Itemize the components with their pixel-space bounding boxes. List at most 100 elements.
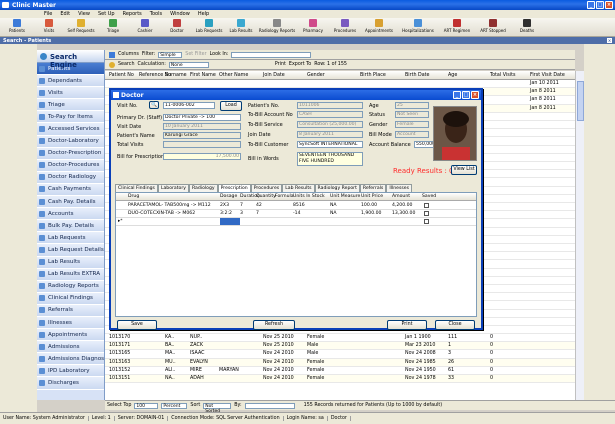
sidebar-item[interactable]: Lab Requests — [37, 232, 104, 245]
sidebar-item[interactable]: Doctor Radiology — [37, 171, 104, 184]
sidebar-item[interactable]: Dependants — [37, 75, 104, 88]
print-dialog-button[interactable]: Print — [387, 320, 427, 330]
visit-no-field[interactable]: 11-0006-002 — [163, 102, 215, 109]
sidebar-item[interactable]: Bulk Pay. Details — [37, 220, 104, 233]
menu-edit[interactable]: Edit — [56, 10, 74, 18]
grid-column-header[interactable]: Join Date — [263, 73, 285, 78]
tool-patients[interactable]: Patients — [1, 18, 33, 37]
sidebar-item[interactable]: Illnesses — [37, 316, 104, 330]
tool-self-requests[interactable]: Self Requests — [65, 18, 97, 37]
sidebar-item[interactable]: Cash Payments — [37, 183, 104, 197]
rx-cell[interactable]: NA — [330, 203, 337, 208]
table-row[interactable]: 1013152 ALI.. MIRE MARYAN Nov 24 2010 Female N… — [105, 367, 575, 375]
sidebar-item[interactable]: Clinical Findings — [37, 292, 104, 305]
saved-checkbox[interactable] — [424, 211, 429, 216]
dialog-maximize-icon[interactable]: □ — [462, 91, 470, 99]
rx-cell[interactable]: 8516 — [293, 203, 305, 208]
rx-cell[interactable]: 3:2:2 — [220, 211, 232, 216]
menu-setup[interactable]: Set Up — [94, 10, 119, 18]
tool-pharmacy[interactable]: Pharmacy — [297, 18, 329, 37]
grid-column-header[interactable]: Other Name — [219, 73, 248, 78]
tool-radiology-reports[interactable]: Radiology Reports — [257, 18, 297, 37]
tab-illnesses[interactable]: Illnesses — [386, 184, 412, 192]
close-button[interactable]: Close — [435, 320, 475, 330]
table-row[interactable]: 1013171 BA.. ZACK Nov 25 2010 Male Mar 23 201… — [105, 342, 575, 351]
sidebar-item[interactable]: Doctor-Laboratory — [37, 135, 104, 148]
table-row[interactable]: 1013151 NA.. ADAH Nov 24 2010 Female Nov 24 1… — [105, 375, 575, 384]
table-row[interactable]: 1013170 KA.. NUP.. Nov 25 2010 Female Jan 1 1… — [105, 334, 575, 343]
close-icon[interactable]: × — [605, 1, 613, 9]
rx-cell[interactable]: 42 — [256, 203, 262, 208]
tool-triage[interactable]: Triage — [97, 18, 129, 37]
select-top-input[interactable]: 100 — [134, 402, 159, 409]
rx-cell[interactable]: 2X3 — [220, 203, 229, 208]
export-button[interactable]: Export To — [289, 62, 311, 67]
rx-row[interactable]: PARACETAMOL- TAB500mg -> M112 2X3 7 42 8516 N… — [116, 202, 476, 210]
rx-cell[interactable]: 7 — [256, 211, 259, 216]
scroll-thumb[interactable] — [577, 81, 584, 121]
sidebar-item[interactable]: Discharges — [37, 377, 104, 390]
tool-procedures[interactable]: Procedures — [329, 18, 361, 37]
tool-lab-requests[interactable]: Lab Requests — [193, 18, 225, 37]
sidebar-item[interactable]: Doctor-Prescription — [37, 147, 104, 160]
sidebar-item[interactable]: Lab Results — [37, 256, 104, 269]
tab-procedures[interactable]: Procedures — [250, 184, 283, 192]
tab-referrals[interactable]: Referrals — [359, 184, 387, 192]
grid-column-header[interactable]: Gender — [307, 73, 325, 78]
menu-window[interactable]: Window — [166, 10, 194, 18]
saved-checkbox[interactable] — [424, 203, 429, 208]
refresh-button[interactable]: Refresh — [253, 320, 295, 330]
sidebar-item[interactable]: To-Pay for Items — [37, 111, 104, 124]
percent-select[interactable]: Percent — [161, 402, 188, 409]
minimize-icon[interactable]: _ — [587, 1, 595, 9]
menu-view[interactable]: View — [74, 10, 94, 18]
sidebar-item[interactable]: Lab Request Details — [37, 244, 104, 257]
view-list-button[interactable]: View List — [451, 165, 477, 175]
grid-column-header[interactable]: First Visit Date — [530, 73, 565, 78]
rx-cell[interactable]: 13,300.00 — [392, 211, 415, 216]
tab-laboratory[interactable]: Laboratory — [157, 184, 189, 192]
menu-file[interactable]: File — [40, 10, 56, 18]
columns-button[interactable]: Columns — [118, 52, 139, 57]
rx-cell[interactable]: DUO-COTECXIN-TAB -> M062 — [128, 211, 195, 216]
sidebar-item[interactable]: IPD Laboratory — [37, 365, 104, 378]
sidebar-item[interactable]: Referrals — [37, 304, 104, 317]
tab-close-icon[interactable]: × — [607, 38, 612, 43]
set-filter-button[interactable]: Set Filter — [185, 52, 206, 57]
selected-cell[interactable] — [220, 218, 240, 225]
sidebar-item[interactable]: Radiology Reports — [37, 280, 104, 293]
columns-icon[interactable] — [109, 51, 115, 58]
tool-doctor[interactable]: Doctor — [161, 18, 193, 37]
grid-column-header[interactable]: Surname — [165, 73, 187, 78]
rx-cell[interactable]: 100.00 — [361, 203, 377, 208]
menu-help[interactable]: Help — [194, 10, 213, 18]
visit-search-icon[interactable]: 🔍 — [149, 101, 159, 109]
primary-dr-select[interactable]: Doctor Private -> 100 — [163, 114, 241, 121]
rx-cell[interactable]: 3 — [240, 211, 243, 216]
tab-lab-results[interactable]: Lab Results — [282, 184, 315, 192]
saved-checkbox[interactable] — [424, 219, 429, 224]
tool-cashier[interactable]: Cashier — [129, 18, 161, 37]
dialog-close-icon[interactable]: × — [471, 91, 479, 99]
maximize-icon[interactable]: □ — [596, 1, 604, 9]
tool-art-regimen[interactable]: ART Regimen — [439, 18, 475, 37]
tool-visits[interactable]: Visits — [33, 18, 65, 37]
sidebar-item[interactable]: Appointments — [37, 329, 104, 342]
tool-appointments[interactable]: Appointments — [361, 18, 397, 37]
tool-deaths[interactable]: Deaths — [511, 18, 543, 37]
tab-prescription[interactable]: Prescription — [217, 184, 251, 192]
sort-by-select[interactable] — [244, 402, 295, 409]
rx-cell[interactable]: -14 — [293, 211, 301, 216]
rx-cell[interactable]: PARACETAMOL- TAB500mg -> M112 — [128, 203, 211, 208]
menu-reports[interactable]: Reports — [119, 10, 146, 18]
table-row[interactable]: Jan 10 2011 — [105, 80, 575, 89]
grid-column-header[interactable]: First Name — [190, 73, 216, 78]
rx-cell[interactable]: 1,900.00 — [361, 211, 381, 216]
grid-column-header[interactable]: Age — [448, 73, 457, 78]
load-button[interactable]: Load — [220, 101, 242, 111]
filter-select[interactable]: Simple — [158, 51, 183, 58]
grid-column-header[interactable]: Birth Place — [360, 73, 386, 78]
tool-hospitalizations[interactable]: Hospitalizations — [397, 18, 439, 37]
rx-cell[interactable]: 4,200.00 — [392, 203, 412, 208]
tool-art-stopped[interactable]: ART Stopped — [475, 18, 511, 37]
